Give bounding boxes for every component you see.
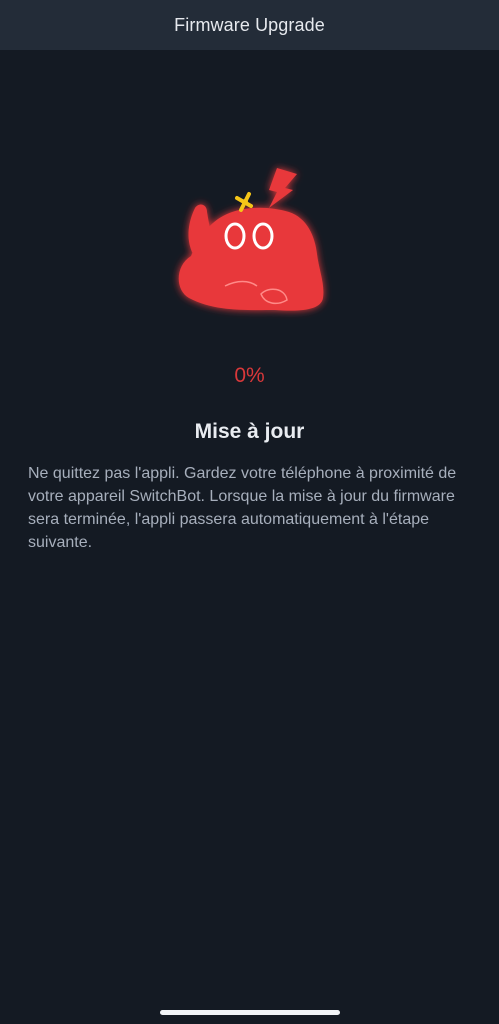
red-robot-mascot-icon [165, 158, 337, 328]
home-indicator[interactable] [160, 1010, 340, 1015]
page-title: Firmware Upgrade [174, 14, 325, 35]
update-instructions: Ne quittez pas l'appli. Gardez votre tél… [28, 465, 457, 551]
progress-percentage: 0% [234, 364, 265, 387]
navigation-bar: Firmware Upgrade [0, 0, 499, 50]
update-heading: Mise à jour [194, 420, 305, 443]
firmware-upgrade-screen: Firmware Upgrade 0% Mise à jour Ne quitt… [0, 0, 499, 1024]
